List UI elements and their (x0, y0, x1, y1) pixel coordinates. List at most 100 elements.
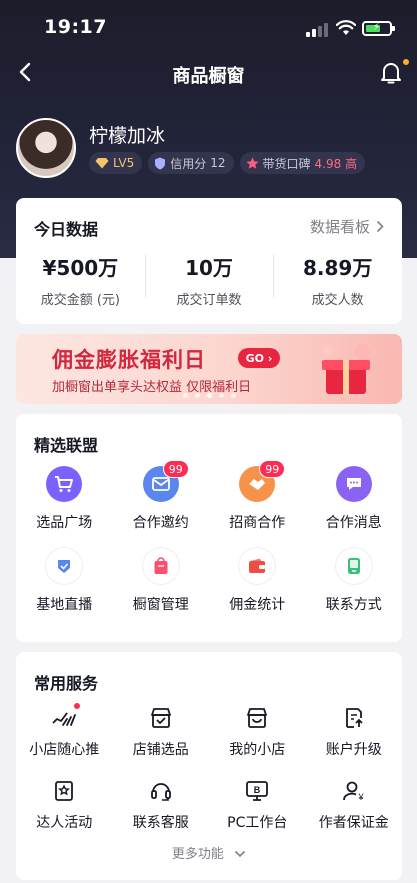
service-item-store-selection[interactable]: 店铺选品 (113, 704, 210, 777)
creator-activity-icon (50, 777, 78, 805)
union-item-merchant-cooperation[interactable]: 99 招商合作 (209, 460, 306, 548)
promote-icon (50, 703, 81, 732)
profile-badges: LV5 信用分 12 带货口碑 4.98 高 (89, 152, 366, 174)
stat-buyers[interactable]: 8.89万 成交人数 (273, 252, 402, 308)
union-item-commission-stats[interactable]: 佣金统计 (209, 548, 306, 630)
banner-go-button[interactable]: GO › (238, 348, 280, 368)
handshake-icon: 99 (239, 460, 286, 502)
go-label: GO (245, 351, 264, 365)
unread-badge: 99 (259, 460, 286, 478)
union-item-label: 招商合作 (229, 515, 286, 531)
chevron-right-icon (376, 220, 384, 233)
service-item-account-upgrade[interactable]: 账户升级 (306, 704, 403, 777)
service-item-label: PC工作台 (227, 815, 288, 831)
reputation-badge[interactable]: 带货口碑 4.98 高 (239, 152, 366, 174)
union-item-contact-info[interactable]: 联系方式 (306, 548, 403, 630)
service-item-label: 账户升级 (325, 742, 382, 758)
shield-icon (155, 157, 166, 169)
status-time: 19:17 (44, 16, 107, 38)
diamond-icon (95, 158, 109, 169)
service-item-label: 达人活动 (36, 815, 93, 831)
level-badge[interactable]: LV5 (89, 152, 143, 174)
union-item-label: 合作消息 (325, 515, 382, 531)
battery-icon: ⚡ (362, 21, 395, 36)
common-services-card: 常用服务 小店随心推 店铺选品 我的小店 账户升级 达人活动 联系客服 B PC… (16, 652, 402, 880)
phone-icon (335, 548, 372, 584)
banner-title: 佣金膨胀福利日 (52, 348, 206, 372)
stat-value: ¥500万 (42, 256, 119, 280)
credit-value: 12 (210, 156, 226, 170)
status-bar: 19:17 ⚡ (0, 0, 417, 56)
stat-orders[interactable]: 10万 成交订单数 (144, 252, 274, 308)
today-data-title: 今日数据 (34, 220, 99, 239)
avatar[interactable] (16, 118, 76, 178)
union-item-showcase-management[interactable]: 橱窗管理 (113, 548, 210, 630)
headset-icon (147, 777, 175, 805)
signal-icon (306, 23, 328, 37)
service-item-label: 我的小店 (229, 742, 286, 758)
union-item-base-live[interactable]: 基地直播 (16, 548, 113, 630)
credit-badge[interactable]: 信用分 12 (148, 152, 234, 174)
selected-union-card: 精选联盟 选品广场 99 合作邀约 99 招商合作 合作消息 基地直播 橱窗管理… (16, 414, 402, 642)
chevron-down-icon (235, 850, 246, 858)
union-item-cooperation-message[interactable]: 合作消息 (306, 466, 403, 548)
my-store-icon (243, 704, 271, 732)
service-item-my-store[interactable]: 我的小店 (209, 704, 306, 777)
service-item-label: 联系客服 (132, 815, 189, 831)
unread-badge: 99 (162, 460, 189, 478)
mail-icon: 99 (142, 460, 189, 502)
service-item-pc-workbench[interactable]: B PC工作台 (209, 777, 306, 850)
store-select-icon (147, 704, 175, 732)
data-dashboard-link[interactable]: 数据看板 (310, 216, 384, 237)
union-grid: 选品广场 99 合作邀约 99 招商合作 合作消息 基地直播 橱窗管理 佣金统计… (16, 460, 403, 630)
union-item-label: 佣金统计 (229, 597, 286, 613)
level-text: LV5 (113, 156, 135, 170)
reputation-label: 带货口碑 (262, 156, 311, 171)
notification-dot (403, 59, 409, 65)
bell-icon[interactable] (379, 60, 403, 86)
service-item-label: 小店随心推 (29, 742, 100, 758)
cart-icon (46, 466, 83, 502)
union-item-label: 合作邀约 (132, 515, 189, 531)
service-item-author-deposit[interactable]: ¥ 作者保证金 (306, 777, 403, 850)
chat-icon (335, 466, 372, 502)
stat-gmv[interactable]: ¥500万 成交金额 (元) (16, 252, 145, 308)
banner-pager (16, 393, 402, 398)
more-functions-button[interactable]: 更多功能 (16, 843, 402, 862)
union-item-label: 基地直播 (36, 597, 93, 613)
stat-value: 10万 (185, 256, 233, 280)
service-item-creator-activity[interactable]: 达人活动 (16, 777, 113, 850)
service-item-store-promote[interactable]: 小店随心推 (16, 703, 113, 777)
stat-label: 成交金额 (元) (40, 293, 120, 308)
username: 柠檬加冰 (89, 125, 166, 147)
svg-text:¥: ¥ (357, 792, 364, 802)
data-dashboard-label: 数据看板 (309, 218, 370, 236)
union-item-selection-plaza[interactable]: 选品广场 (16, 466, 113, 548)
svg-text:B: B (254, 785, 261, 795)
service-item-customer-service[interactable]: 联系客服 (113, 777, 210, 850)
union-title: 精选联盟 (34, 436, 99, 455)
live-base-icon (46, 548, 83, 584)
today-data-card: 今日数据 数据看板 ¥500万 成交金额 (元) 10万 成交订单数 8.89万… (16, 198, 402, 324)
gift-box-illustration (322, 344, 370, 394)
union-item-label: 联系方式 (325, 597, 382, 613)
stat-label: 成交人数 (311, 293, 364, 308)
pc-workbench-icon: B (243, 777, 271, 805)
stat-value: 8.89万 (303, 256, 373, 280)
page-title: 商品橱窗 (172, 66, 245, 87)
star-icon (246, 157, 259, 169)
union-item-label: 选品广场 (36, 515, 93, 531)
stats-row: ¥500万 成交金额 (元) 10万 成交订单数 8.89万 成交人数 (16, 252, 402, 308)
service-item-label: 作者保证金 (318, 815, 389, 831)
new-dot (74, 703, 81, 709)
stat-label: 成交订单数 (176, 293, 242, 308)
wallet-icon (239, 548, 276, 584)
union-item-cooperation-invite[interactable]: 99 合作邀约 (113, 460, 210, 548)
services-title: 常用服务 (34, 674, 99, 693)
service-item-label: 店铺选品 (132, 742, 189, 758)
reputation-value: 4.98 高 (314, 156, 358, 171)
promo-banner[interactable]: 佣金膨胀福利日 GO › 加橱窗出单享头达权益 仅限福利日 (16, 334, 402, 404)
wifi-icon (336, 20, 356, 35)
account-upgrade-icon (340, 704, 368, 732)
shop-bag-icon (142, 548, 179, 584)
